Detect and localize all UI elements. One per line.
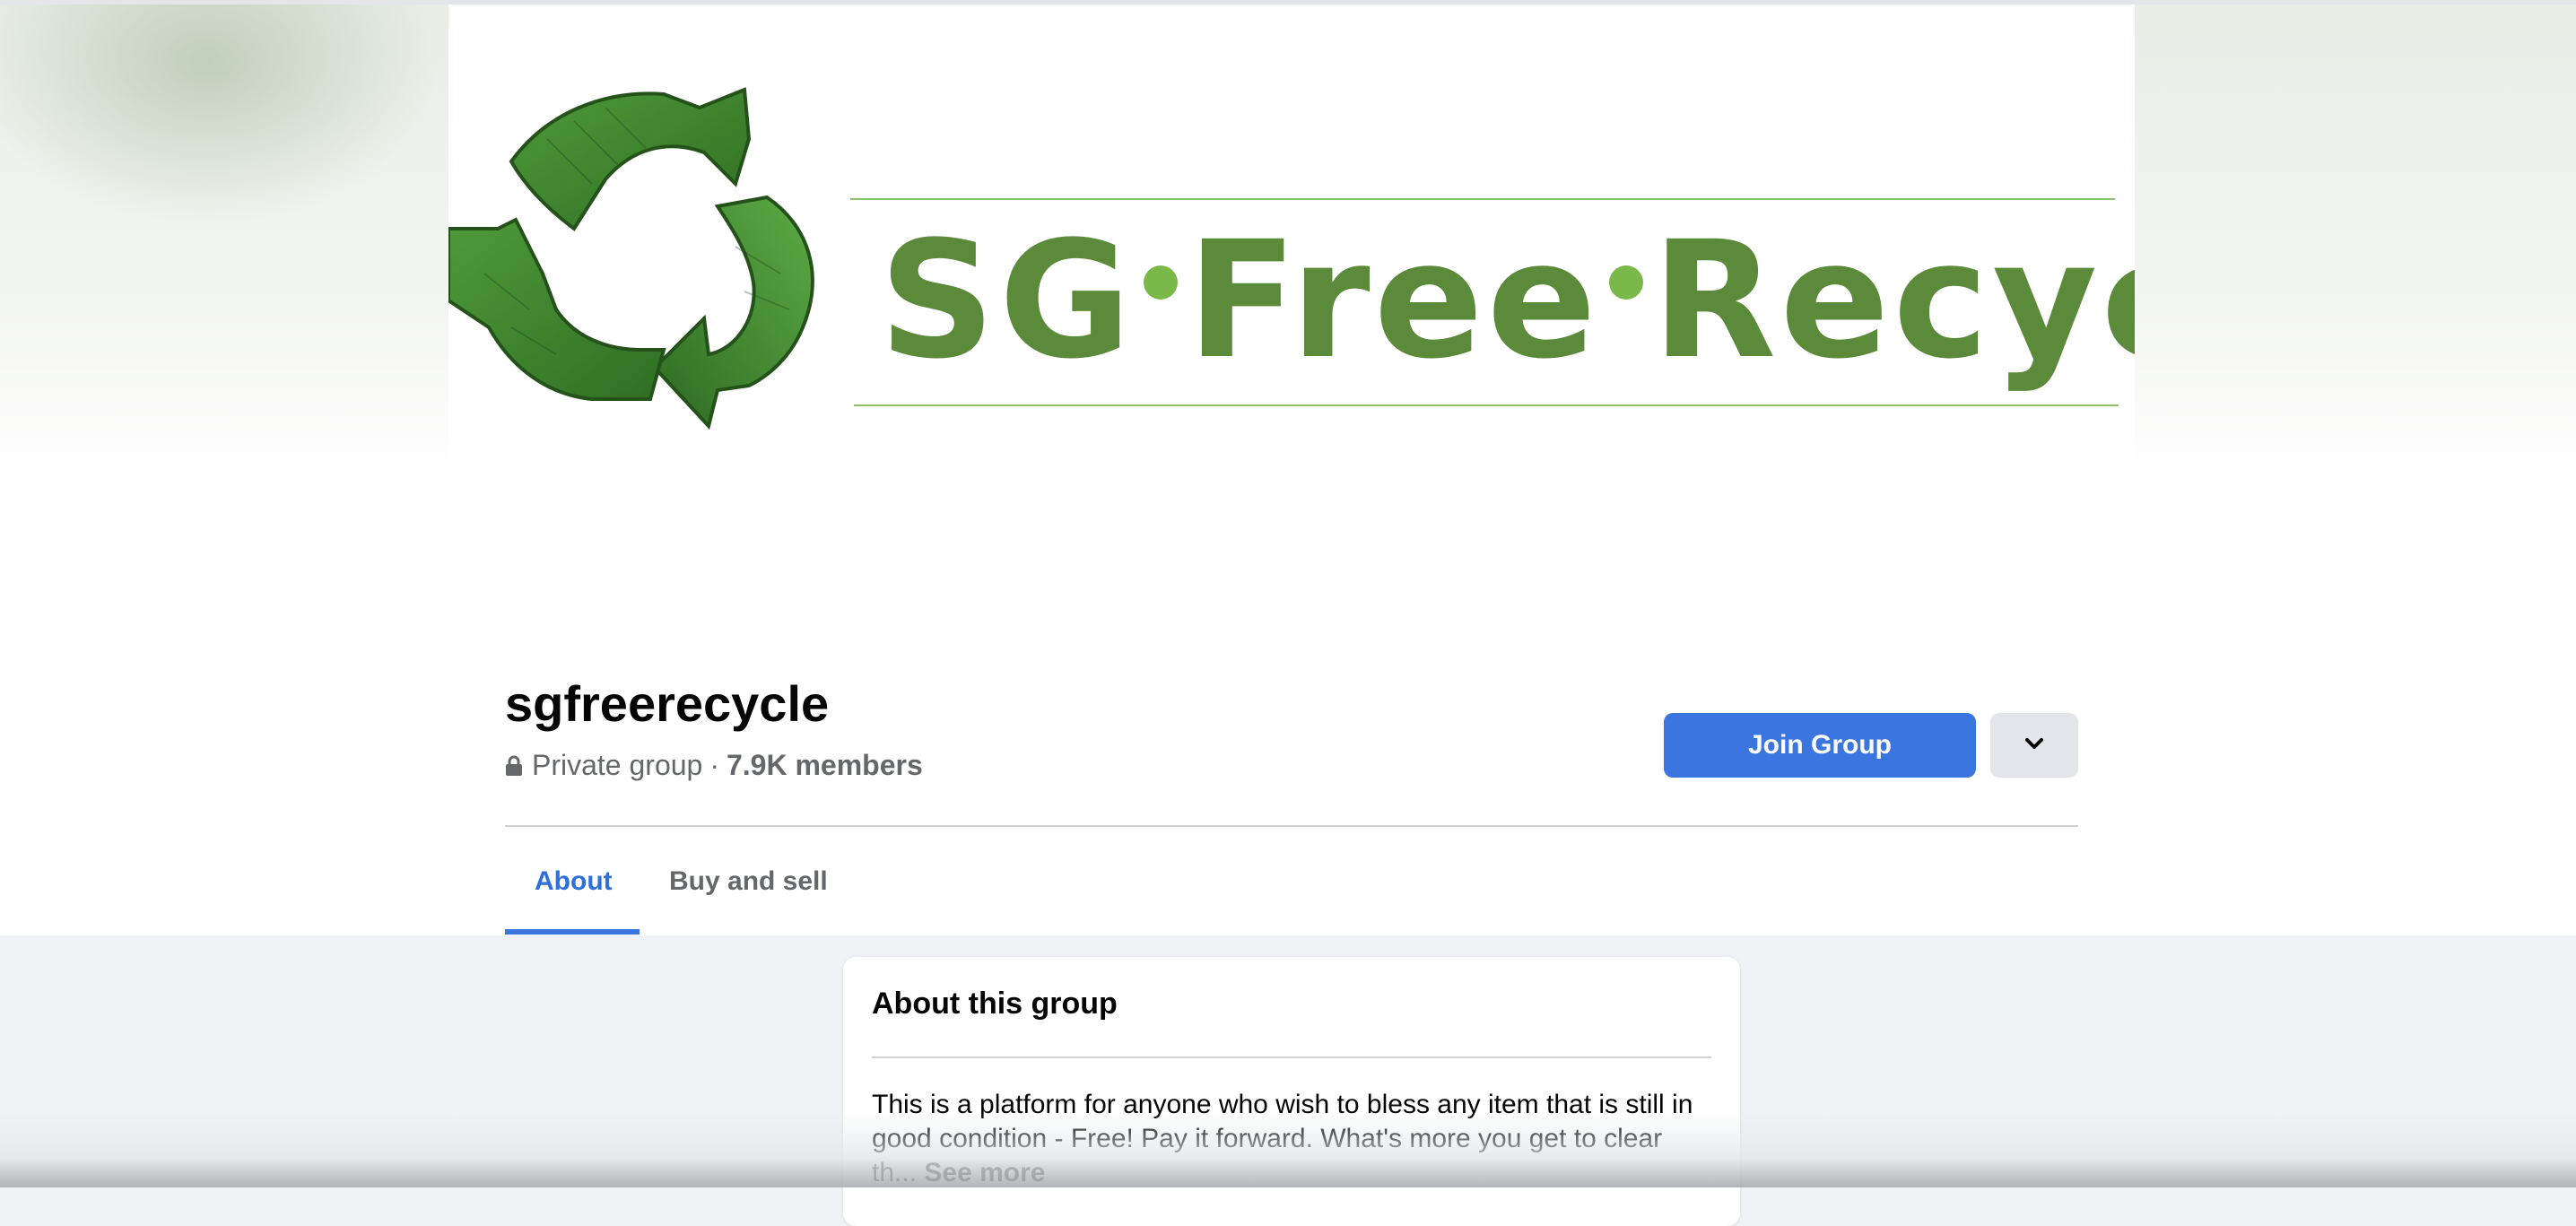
header-divider bbox=[505, 825, 2078, 827]
cover-word-sg: SG bbox=[879, 206, 1136, 395]
cover-logo-text: SG Free Recycle bbox=[879, 184, 2135, 417]
lock-icon bbox=[505, 755, 523, 777]
active-tab-indicator bbox=[505, 929, 640, 935]
privacy-label: Private group bbox=[532, 749, 703, 781]
about-divider bbox=[872, 1056, 1711, 1058]
member-count[interactable]: 7.9K members bbox=[727, 747, 923, 783]
cover-word-recycle: Recycle bbox=[1651, 206, 2135, 395]
cover-photo[interactable]: SG Free Recycle bbox=[448, 4, 2135, 628]
tab-about[interactable]: About bbox=[535, 856, 613, 907]
chevron-down-icon bbox=[2024, 737, 2044, 754]
globe-icon bbox=[1144, 265, 1179, 300]
more-options-button[interactable] bbox=[1990, 713, 2078, 778]
join-group-button[interactable]: Join Group bbox=[1664, 713, 1976, 778]
about-title: About this group bbox=[872, 987, 1118, 1021]
meta-separator: · bbox=[709, 749, 719, 781]
cover-word-free: Free bbox=[1187, 206, 1600, 395]
group-name[interactable]: sgfreerecycle bbox=[505, 670, 829, 738]
about-card: About this group This is a platform for … bbox=[843, 957, 1740, 1226]
globe-icon bbox=[1608, 265, 1643, 300]
group-meta: Private group · 7.9K members bbox=[505, 747, 923, 783]
about-description: This is a platform for anyone who wish t… bbox=[872, 1088, 1711, 1190]
tab-buy-and-sell[interactable]: Buy and sell bbox=[669, 856, 828, 907]
see-more-link[interactable]: See more bbox=[924, 1158, 1045, 1187]
